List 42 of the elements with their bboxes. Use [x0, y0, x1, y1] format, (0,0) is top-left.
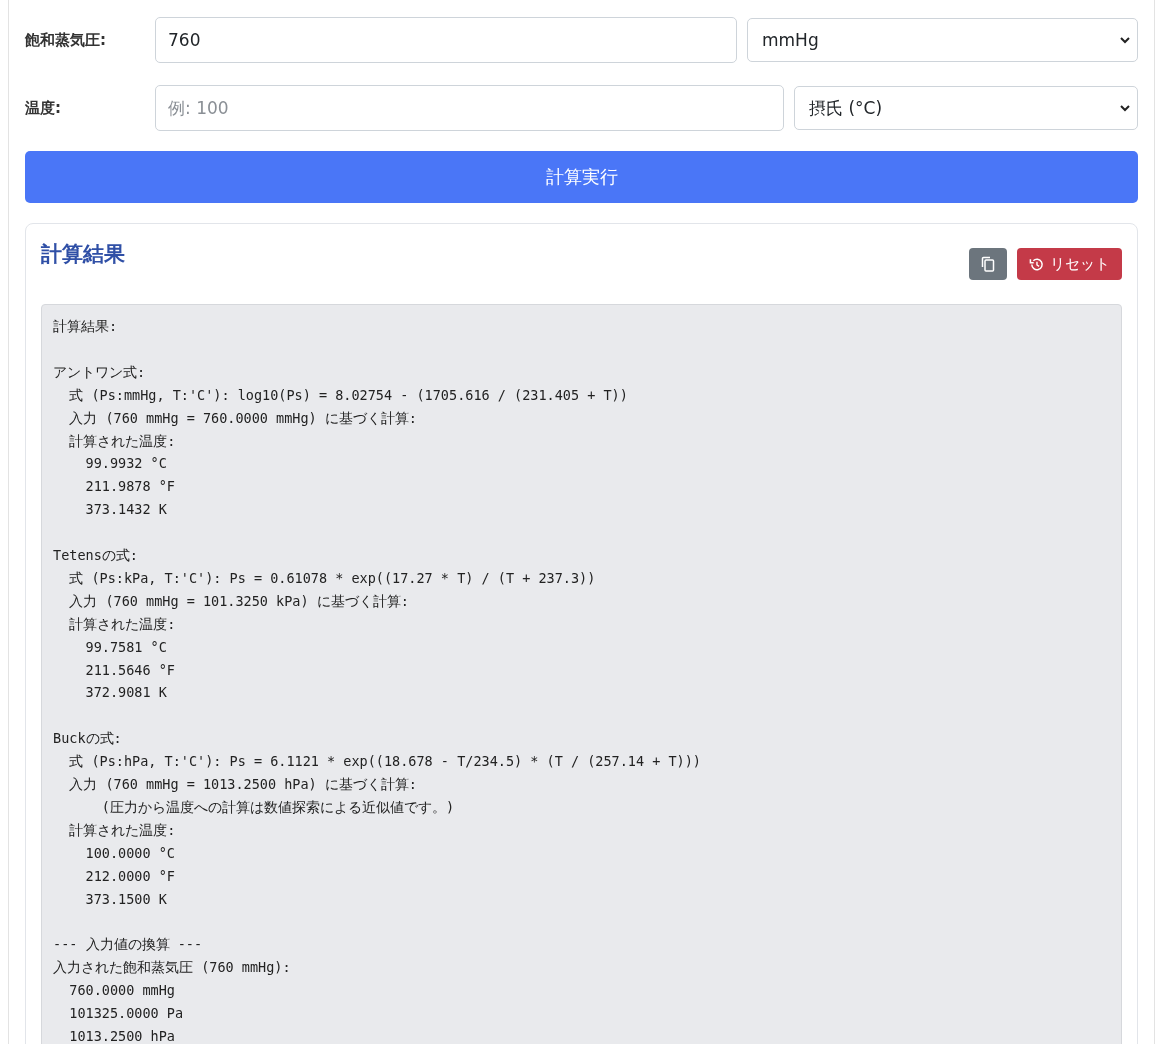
- output-line: 入力 (760 mmHg = 101.3250 kPa) に基づく計算:: [68, 591, 410, 611]
- output-line: 式 (Ps:mmHg, T:'C'): log10(Ps) = 8.02754 - (1705.616 / (231.405 + T)): [68, 385, 629, 405]
- chevron-icon: [1119, 103, 1131, 113]
- output-line: 計算された温度:: [68, 820, 177, 840]
- input-field[interactable]: 760: [155, 17, 737, 63]
- output-line: 1013.2500 hPa: [68, 1027, 176, 1044]
- output-line: 100.0000 °C: [84, 843, 176, 863]
- output-line: 入力された飽和蒸気圧 (760 mmHg):: [53, 958, 292, 978]
- field-label: 飽和蒸気圧:: [25, 30, 107, 50]
- calculate-button[interactable]: 計算実行: [25, 151, 1138, 203]
- output-line: 760.0000 mmHg: [68, 981, 176, 1001]
- history-icon: [1029, 256, 1044, 272]
- output-line: 入力 (760 mmHg = 1013.2500 hPa) に基づく計算:: [68, 775, 418, 795]
- output-line: --- 入力値の換算 ---: [53, 935, 204, 955]
- output-line: アントワン式:: [53, 362, 147, 382]
- result-title: 計算結果: [41, 241, 125, 268]
- output-line: 99.7581 °C: [84, 637, 168, 657]
- reset-button[interactable]: リセット: [1017, 248, 1122, 280]
- unit-select[interactable]: 摂氏 (°C): [794, 86, 1138, 130]
- output-line: 計算結果:: [53, 317, 119, 336]
- output-line: 計算された温度:: [68, 431, 177, 451]
- output-line: 式 (Ps:hPa, T:'C'): Ps = 6.1121 * exp((18.678 - T/234.5) * (T / (257.14 + T))): [68, 752, 702, 772]
- output-line: 211.5646 °F: [84, 660, 176, 680]
- output-line: 式 (Ps:kPa, T:'C'): Ps = 0.61078 * exp((17.27 * T) / (T + 237.3)): [68, 568, 597, 588]
- output-line: (圧力から温度への計算は数値探索による近似値です。): [100, 798, 456, 817]
- output-line: 372.9081 K: [84, 683, 168, 703]
- output-line: 211.9878 °F: [84, 477, 176, 497]
- output-line: Tetensの式:: [53, 546, 139, 566]
- output-line: 99.9932 °C: [84, 454, 168, 474]
- field-label: 温度:: [25, 98, 62, 118]
- output-line: 101325.0000 Pa: [68, 1004, 185, 1024]
- output-line: 212.0000 °F: [84, 866, 176, 886]
- copy-icon: [981, 256, 995, 272]
- copy-button[interactable]: [969, 248, 1007, 280]
- output-line: 計算された温度:: [68, 614, 177, 634]
- input-field[interactable]: 例: 100: [155, 85, 784, 131]
- unit-select[interactable]: mmHg: [747, 18, 1138, 62]
- output-line: Buckの式:: [53, 729, 123, 749]
- output-line: 入力 (760 mmHg = 760.0000 mmHg) に基づく計算:: [68, 408, 418, 428]
- output-line: 373.1432 K: [84, 500, 168, 520]
- chevron-icon: [1119, 35, 1131, 45]
- output-line: 373.1500 K: [84, 889, 168, 909]
